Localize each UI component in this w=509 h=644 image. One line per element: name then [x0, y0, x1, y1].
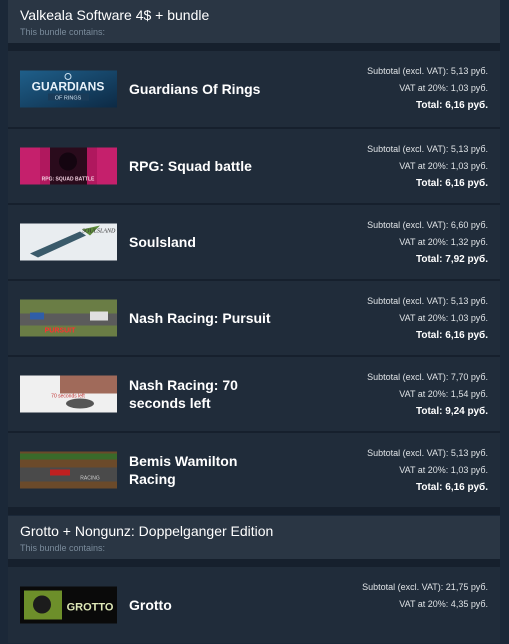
total: Total: 6,16 руб. — [416, 100, 488, 111]
bundle-footer-spacer — [8, 507, 500, 515]
subtotal: Subtotal (excl. VAT): 21,75 руб. — [362, 582, 488, 592]
capsule-title: GROTTO — [67, 602, 114, 614]
item-name[interactable]: RPG: Squad battle — [129, 157, 279, 175]
capsule-subtitle: OF RINGS — [55, 96, 82, 102]
item-name[interactable]: Guardians Of Rings — [129, 80, 279, 98]
bundle-header: Grotto + Nongunz: Doppelganger Edition T… — [8, 516, 500, 559]
subtotal: Subtotal (excl. VAT): 5,13 руб. — [367, 144, 488, 154]
bundle-item: RPG: SQUAD BATTLE RPG: Squad battle Subt… — [8, 127, 500, 203]
subtotal: Subtotal (excl. VAT): 6,60 руб. — [367, 220, 488, 230]
price-breakdown: Subtotal (excl. VAT): 6,60 руб. VAT at 2… — [367, 217, 488, 268]
vat: VAT at 20%: 4,35 руб. — [399, 599, 488, 609]
item-name[interactable]: Bemis Wamilton Racing — [129, 452, 279, 488]
bundle-item: 70 seconds left Nash Racing: 70 seconds … — [8, 355, 500, 431]
subtotal: Subtotal (excl. VAT): 5,13 руб. — [367, 448, 488, 458]
bundle-title: Valkeala Software 4$ + bundle — [20, 7, 210, 23]
subtotal: Subtotal (excl. VAT): 5,13 руб. — [367, 66, 488, 76]
bundle-grotto: Grotto + Nongunz: Doppelganger Edition T… — [8, 516, 500, 643]
price-breakdown: Subtotal (excl. VAT): 7,70 руб. VAT at 2… — [367, 369, 488, 420]
game-capsule-image[interactable]: RACING — [20, 451, 117, 489]
price-breakdown: Subtotal (excl. VAT): 5,13 руб. VAT at 2… — [367, 445, 488, 496]
price-breakdown: Subtotal (excl. VAT): 5,13 руб. VAT at 2… — [367, 293, 488, 344]
game-capsule-image[interactable]: 70 seconds left — [20, 375, 117, 413]
item-name[interactable]: Nash Racing: Pursuit — [129, 309, 279, 327]
price-breakdown: Subtotal (excl. VAT): 5,13 руб. VAT at 2… — [367, 63, 488, 114]
bundle-item: RACING Bemis Wamilton Racing Subtotal (e… — [8, 431, 500, 507]
bundle-title: Grotto + Nongunz: Doppelganger Edition — [20, 523, 274, 539]
item-name[interactable]: Grotto — [129, 596, 279, 614]
bundle-header: Valkeala Software 4$ + bundle This bundl… — [8, 0, 500, 43]
item-name[interactable]: Soulsland — [129, 233, 279, 251]
bundle-item: GROTTO Grotto Subtotal (excl. VAT): 21,7… — [8, 567, 500, 643]
subtotal: Subtotal (excl. VAT): 5,13 руб. — [367, 296, 488, 306]
subtotal: Subtotal (excl. VAT): 7,70 руб. — [367, 372, 488, 382]
game-capsule-image[interactable]: SOULSLAND — [20, 223, 117, 261]
vat: VAT at 20%: 1,03 руб. — [399, 161, 488, 171]
bundle-item: SOULSLAND Soulsland Subtotal (excl. VAT)… — [8, 203, 500, 279]
vat: VAT at 20%: 1,03 руб. — [399, 83, 488, 93]
total: Total: 7,92 руб. — [416, 254, 488, 265]
bundle-item: GUARDIANS OF RINGS Guardians Of Rings Su… — [8, 51, 500, 127]
price-breakdown: Subtotal (excl. VAT): 21,75 руб. VAT at … — [362, 579, 488, 613]
total: Total: 6,16 руб. — [416, 178, 488, 189]
total: Total: 6,16 руб. — [416, 482, 488, 493]
capsule-title: RPG: SQUAD BATTLE — [42, 177, 95, 183]
game-capsule-image[interactable]: GROTTO — [20, 586, 117, 624]
game-capsule-image[interactable]: GUARDIANS OF RINGS — [20, 70, 117, 108]
game-capsule-image[interactable]: RPG: SQUAD BATTLE — [20, 147, 117, 185]
bundle-subtitle: This bundle contains: — [20, 27, 106, 37]
capsule-title: GUARDIANS — [32, 80, 105, 94]
bundle-valkeala: Valkeala Software 4$ + bundle This bundl… — [8, 0, 500, 515]
capsule-title: PURSUIT — [45, 328, 76, 335]
bundle-subtitle: This bundle contains: — [20, 543, 106, 553]
capsule-title: 70 seconds left — [51, 394, 85, 400]
capsule-title: SOULSLAND — [82, 229, 116, 235]
total: Total: 9,24 руб. — [416, 406, 488, 417]
vat: VAT at 20%: 1,32 руб. — [399, 237, 488, 247]
total: Total: 6,16 руб. — [416, 330, 488, 341]
vat: VAT at 20%: 1,03 руб. — [399, 313, 488, 323]
item-name[interactable]: Nash Racing: 70 seconds left — [129, 376, 279, 412]
capsule-title: RACING — [80, 476, 100, 482]
price-breakdown: Subtotal (excl. VAT): 5,13 руб. VAT at 2… — [367, 141, 488, 192]
bundle-item: PURSUIT Nash Racing: Pursuit Subtotal (e… — [8, 279, 500, 355]
vat: VAT at 20%: 1,54 руб. — [399, 389, 488, 399]
vat: VAT at 20%: 1,03 руб. — [399, 465, 488, 475]
game-capsule-image[interactable]: PURSUIT — [20, 299, 117, 337]
